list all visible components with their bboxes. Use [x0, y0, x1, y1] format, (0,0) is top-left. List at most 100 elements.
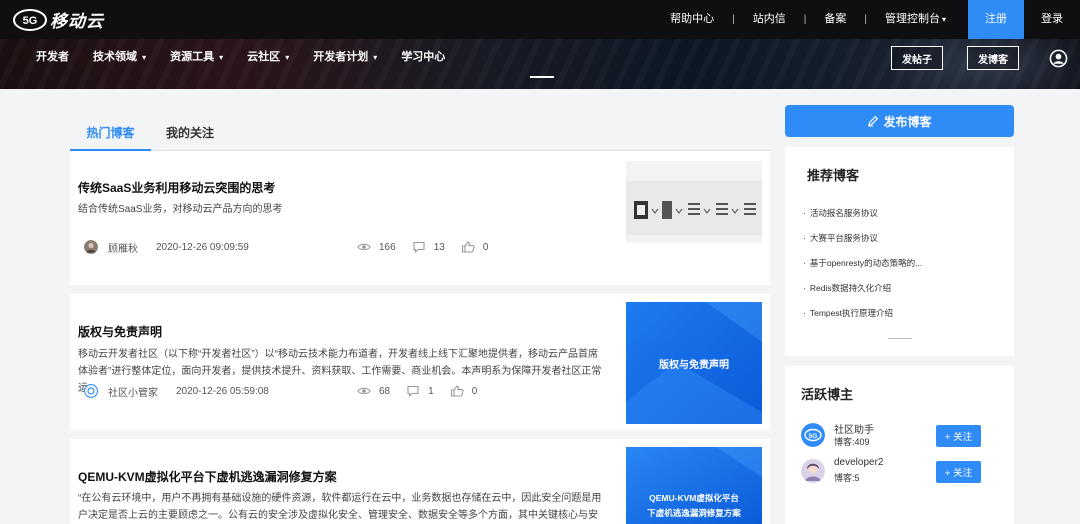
blogger-item: 5G 社区助手 博客:409 + 关注 — [801, 421, 1001, 453]
article-summary: 结合传统SaaS业务，对移动云产品方向的思考 — [78, 204, 283, 215]
nav-label: 学习中心 — [401, 51, 446, 63]
nav-label: 开发者计划 — [313, 51, 369, 63]
publish-time: 2020-12-26 05:59:08 — [176, 385, 269, 397]
article-thumbnail[interactable]: QEMU-KVM虚拟化平台 下虚机逃逸漏洞修复方案 — [626, 447, 762, 524]
article-title[interactable]: 传统SaaS业务利用移动云突围的思考 — [78, 179, 275, 196]
article-card[interactable]: 版权与免责声明 移动云开发者社区（以下称“开发者社区”）以“移动云技术能力布道者… — [70, 294, 770, 430]
nav-label: 技术领域 — [93, 51, 137, 63]
publish-time: 2020-12-26 09:09:59 — [156, 241, 249, 253]
nav-item-community[interactable]: 云社区 ▾ — [235, 48, 301, 64]
logo[interactable]: 5G 移动云 — [12, 6, 104, 33]
nav-item-tech[interactable]: 技术领域 ▾ — [81, 48, 158, 64]
avatar-badge: 5G — [809, 433, 818, 440]
like-count: 0 — [482, 241, 489, 253]
logo-5g-icon: 5G — [13, 8, 47, 31]
view-count: 166 — [379, 241, 396, 253]
blog-tabs: 热门博客 我的关注 — [70, 119, 770, 151]
publish-blog-button[interactable]: 发布博客 — [785, 105, 1014, 137]
active-bloggers-title: 活跃博主 — [801, 387, 854, 402]
article-thumbnail[interactable]: 版权与免责声明 — [626, 302, 762, 424]
recommended-item[interactable]: 基于openresty的动态策略的... — [803, 257, 922, 269]
article-meta: 顾雁秋 2020-12-26 09:09:59 — [84, 240, 249, 255]
topnav-console[interactable]: 管理控制台 ▾ — [873, 0, 958, 39]
article-title[interactable]: QEMU-KVM虚拟化平台下虚机逃逸漏洞修复方案 — [78, 468, 337, 485]
thumbnail-text-line-1: QEMU-KVM虚拟化平台 — [649, 493, 739, 503]
nav-label: 云社区 — [247, 51, 281, 63]
recommended-item[interactable]: Tempest执行原理介绍 — [803, 307, 893, 319]
hero-nav-banner: 开发者 技术领域 ▾ 资源工具 ▾ 云社区 ▾ 开发者计划 ▾ 学习中心 发帖子… — [0, 39, 1080, 89]
article-stats: 166 13 0 — [357, 240, 488, 254]
chevron-down-icon: ▾ — [373, 53, 378, 62]
active-bloggers-panel: 活跃博主 5G 社区助手 博客:409 + 关注 developer2 博客:5… — [785, 366, 1014, 524]
follow-button[interactable]: + 关注 — [936, 461, 981, 483]
nav-item-learning[interactable]: 学习中心 — [389, 48, 457, 64]
thumbs-up-icon[interactable] — [461, 241, 475, 253]
author-avatar[interactable] — [84, 384, 98, 398]
top-nav: 帮助中心 | 站内信 | 备案 | 管理控制台 ▾ 注册 登录 — [658, 0, 1080, 39]
comment-count: 1 — [428, 385, 434, 397]
console-label: 管理控制台 — [884, 13, 940, 25]
nav-label: 开发者 — [36, 51, 69, 63]
article-stats: 68 1 0 — [357, 384, 477, 398]
thumbs-up-icon[interactable] — [450, 385, 464, 397]
author-avatar[interactable] — [84, 240, 98, 254]
topnav-separator: | — [732, 14, 735, 25]
topnav-help[interactable]: 帮助中心 — [658, 0, 726, 39]
tab-my-follow[interactable]: 我的关注 — [158, 119, 222, 151]
nav-item-resources[interactable]: 资源工具 ▾ — [158, 48, 235, 64]
blogger-item: developer2 博客:5 + 关注 — [801, 457, 1001, 489]
article-summary: “在公有云环境中，用户不再拥有基础设施的硬件资源，软件都运行在云中，业务数据也存… — [78, 493, 602, 521]
main-nav: 开发者 技术领域 ▾ 资源工具 ▾ 云社区 ▾ 开发者计划 ▾ 学习中心 — [24, 39, 457, 73]
panel-divider — [888, 338, 912, 339]
blogger-name[interactable]: developer2 — [834, 457, 883, 468]
view-count: 68 — [379, 385, 391, 397]
pen-icon — [868, 115, 879, 127]
follow-button[interactable]: + 关注 — [936, 425, 981, 447]
article-meta: 社区小管家 2020-12-26 05:59:08 — [84, 384, 269, 399]
blogger-avatar[interactable] — [801, 459, 825, 483]
tab-hot-blogs[interactable]: 热门博客 — [70, 119, 151, 151]
comment-count: 13 — [433, 241, 445, 253]
article-card[interactable]: QEMU-KVM虚拟化平台下虚机逃逸漏洞修复方案 “在公有云环境中，用户不再拥有… — [70, 439, 770, 524]
recommended-item[interactable]: 活动报名服务协议 — [803, 207, 878, 219]
blogger-post-count: 博客:409 — [834, 437, 870, 447]
login-button[interactable]: 登录 — [1024, 0, 1080, 39]
article-title[interactable]: 版权与免责声明 — [78, 323, 162, 340]
post-button[interactable]: 发帖子 — [891, 46, 943, 70]
eye-icon — [357, 243, 371, 251]
nav-item-dev-plan[interactable]: 开发者计划 ▾ — [301, 48, 389, 64]
article-thumbnail[interactable] — [626, 161, 762, 243]
user-avatar-icon[interactable] — [1049, 49, 1068, 68]
like-count: 0 — [471, 385, 478, 397]
blogger-post-count: 博客:5 — [834, 473, 860, 483]
author-name[interactable]: 顾雁秋 — [108, 240, 138, 255]
nav-item-developer[interactable]: 开发者 — [24, 48, 81, 64]
carousel-indicator[interactable] — [530, 76, 554, 78]
topnav-messages[interactable]: 站内信 — [741, 0, 798, 39]
nav-label: 资源工具 — [170, 51, 215, 63]
recommended-title: 推荐博客 — [807, 168, 860, 183]
eye-icon — [357, 387, 371, 395]
topnav-filing[interactable]: 备案 — [812, 0, 858, 39]
topnav-separator: | — [864, 14, 867, 25]
author-name[interactable]: 社区小管家 — [108, 384, 158, 399]
chevron-down-icon: ▾ — [142, 53, 147, 62]
chevron-down-icon: ▾ — [285, 53, 290, 62]
logo-text: 移动云 — [50, 12, 104, 31]
article-card[interactable]: 传统SaaS业务利用移动云突围的思考 结合传统SaaS业务，对移动云产品方向的思… — [70, 151, 770, 285]
chevron-down-icon: ▾ — [941, 15, 946, 24]
recommended-blogs-panel: 推荐博客 活动报名服务协议 大赛平台服务协议 基于openresty的动态策略的… — [785, 147, 1014, 356]
register-button[interactable]: 注册 — [968, 0, 1024, 39]
topnav-separator: | — [803, 14, 807, 25]
top-bar: 5G 移动云 帮助中心 | 站内信 | 备案 | 管理控制台 ▾ 注册 登录 — [0, 0, 1080, 39]
comment-icon[interactable] — [412, 241, 426, 253]
publish-label: 发布博客 — [883, 114, 932, 129]
blogger-avatar[interactable]: 5G — [801, 423, 825, 447]
thumbnail-text: 版权与免责声明 — [659, 358, 729, 371]
blogger-name[interactable]: 社区助手 — [834, 421, 874, 436]
chevron-down-icon: ▾ — [219, 53, 224, 62]
write-blog-button[interactable]: 发博客 — [967, 46, 1019, 70]
recommended-item[interactable]: Redis数据持久化介绍 — [803, 282, 891, 294]
comment-icon[interactable] — [406, 385, 420, 397]
recommended-item[interactable]: 大赛平台服务协议 — [803, 232, 878, 244]
